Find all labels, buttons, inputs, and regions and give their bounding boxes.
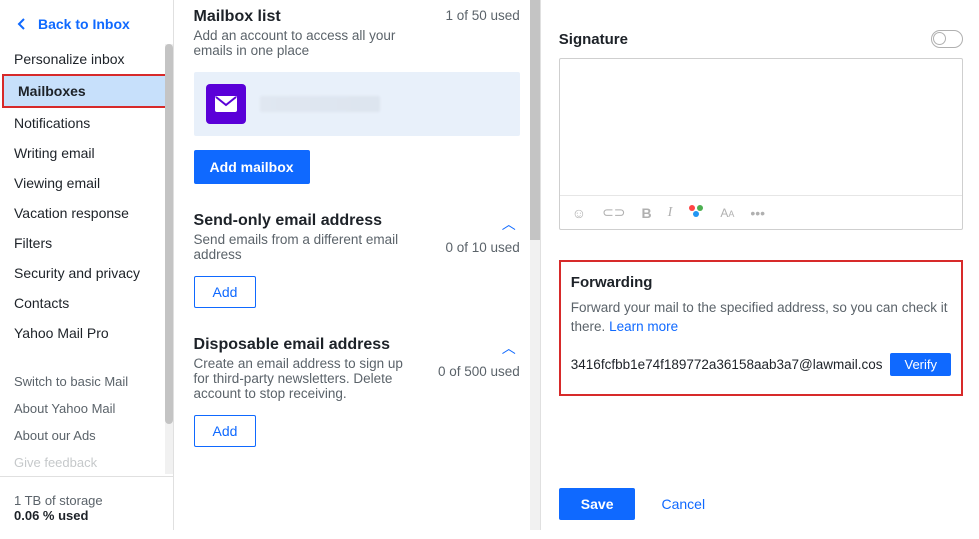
sidebar-nav: Personalize inbox Mailboxes Notification… (0, 44, 173, 348)
emoji-icon[interactable]: ☺ (572, 205, 586, 221)
signature-toggle[interactable] (931, 30, 963, 48)
mailbox-card[interactable] (194, 72, 520, 136)
back-label: Back to Inbox (38, 16, 130, 32)
mailbox-address-redacted (260, 96, 380, 112)
disposable-title: Disposable email address (194, 336, 414, 354)
nav-vacation-response[interactable]: Vacation response (0, 198, 173, 228)
save-button[interactable]: Save (559, 488, 636, 520)
forwarding-title: Forwarding (571, 274, 951, 291)
nav-mailboxes[interactable]: Mailboxes (2, 74, 171, 108)
footer-actions: Save Cancel (559, 488, 705, 520)
disposable-count: 0 of 500 used (438, 364, 520, 379)
send-only-collapse-icon[interactable]: ︿ (498, 212, 520, 236)
nav-filters[interactable]: Filters (0, 228, 173, 258)
send-only-title: Send-only email address (194, 212, 383, 230)
toggle-knob (933, 32, 946, 45)
bold-icon[interactable]: B (642, 205, 652, 221)
verify-button[interactable]: Verify (890, 353, 951, 376)
nav-contacts[interactable]: Contacts (0, 288, 173, 318)
nav-give-feedback[interactable]: Give feedback (0, 449, 173, 476)
nav-writing-email[interactable]: Writing email (0, 138, 173, 168)
arrow-left-icon (14, 16, 30, 32)
nav-switch-basic[interactable]: Switch to basic Mail (0, 368, 173, 395)
main-scrollbar-thumb[interactable] (530, 0, 540, 240)
forwarding-learn-more-link[interactable]: Learn more (609, 319, 678, 334)
sidebar-scrollbar-thumb[interactable] (165, 44, 173, 424)
mailbox-list-count: 1 of 50 used (445, 8, 519, 23)
back-to-inbox-link[interactable]: Back to Inbox (0, 0, 173, 44)
send-only-section: Send-only email address Send emails from… (194, 212, 520, 308)
nav-security-privacy[interactable]: Security and privacy (0, 258, 173, 288)
cancel-button[interactable]: Cancel (661, 496, 705, 512)
settings-detail-panel: Signature ☺ ⊂⊃ B I AA ••• Forwarding For… (541, 0, 979, 530)
storage-total: 1 TB of storage (14, 493, 159, 508)
settings-main-panel: Mailbox list Add an account to access al… (174, 0, 541, 530)
nav-viewing-email[interactable]: Viewing email (0, 168, 173, 198)
disposable-desc: Create an email address to sign up for t… (194, 356, 414, 401)
disposable-section: Disposable email address Create an email… (194, 336, 520, 447)
send-only-desc: Send emails from a different email addre… (194, 232, 414, 262)
add-send-only-button[interactable]: Add (194, 276, 257, 308)
nav-personalize-inbox[interactable]: Personalize inbox (0, 44, 173, 74)
forwarding-email: 3416fcfbb1e74f189772a36158aab3a7@lawmail… (571, 357, 883, 372)
mail-icon (206, 84, 246, 124)
disposable-collapse-icon[interactable]: ︿ (498, 336, 520, 360)
storage-used: 0.06 % used (14, 508, 159, 523)
nav-notifications[interactable]: Notifications (0, 108, 173, 138)
main-scrollbar[interactable] (530, 0, 540, 530)
signature-title: Signature (559, 31, 628, 48)
add-mailbox-button[interactable]: Add mailbox (194, 150, 310, 184)
nav-about-yahoo-mail[interactable]: About Yahoo Mail (0, 395, 173, 422)
signature-textarea[interactable] (560, 59, 962, 195)
forwarding-section: Forwarding Forward your mail to the spec… (559, 260, 963, 396)
color-icon[interactable] (688, 204, 704, 221)
send-only-count: 0 of 10 used (445, 240, 519, 255)
sidebar-scrollbar[interactable] (165, 44, 173, 474)
more-icon[interactable]: ••• (750, 205, 765, 221)
forwarding-desc: Forward your mail to the specified addre… (571, 299, 951, 337)
link-icon[interactable]: ⊂⊃ (602, 204, 625, 221)
mailbox-list-desc: Add an account to access all your emails… (194, 28, 414, 58)
font-icon[interactable]: AA (720, 206, 734, 220)
nav-yahoo-mail-pro[interactable]: Yahoo Mail Pro (0, 318, 173, 348)
sidebar-secondary-nav: Switch to basic Mail About Yahoo Mail Ab… (0, 368, 173, 476)
signature-toolbar: ☺ ⊂⊃ B I AA ••• (560, 195, 962, 229)
nav-about-ads[interactable]: About our Ads (0, 422, 173, 449)
add-disposable-button[interactable]: Add (194, 415, 257, 447)
mailbox-list-title: Mailbox list (194, 8, 414, 26)
signature-editor: ☺ ⊂⊃ B I AA ••• (559, 58, 963, 230)
italic-icon[interactable]: I (668, 205, 673, 221)
sidebar: Back to Inbox Personalize inbox Mailboxe… (0, 0, 174, 530)
mailbox-list-section: Mailbox list Add an account to access al… (194, 8, 520, 184)
